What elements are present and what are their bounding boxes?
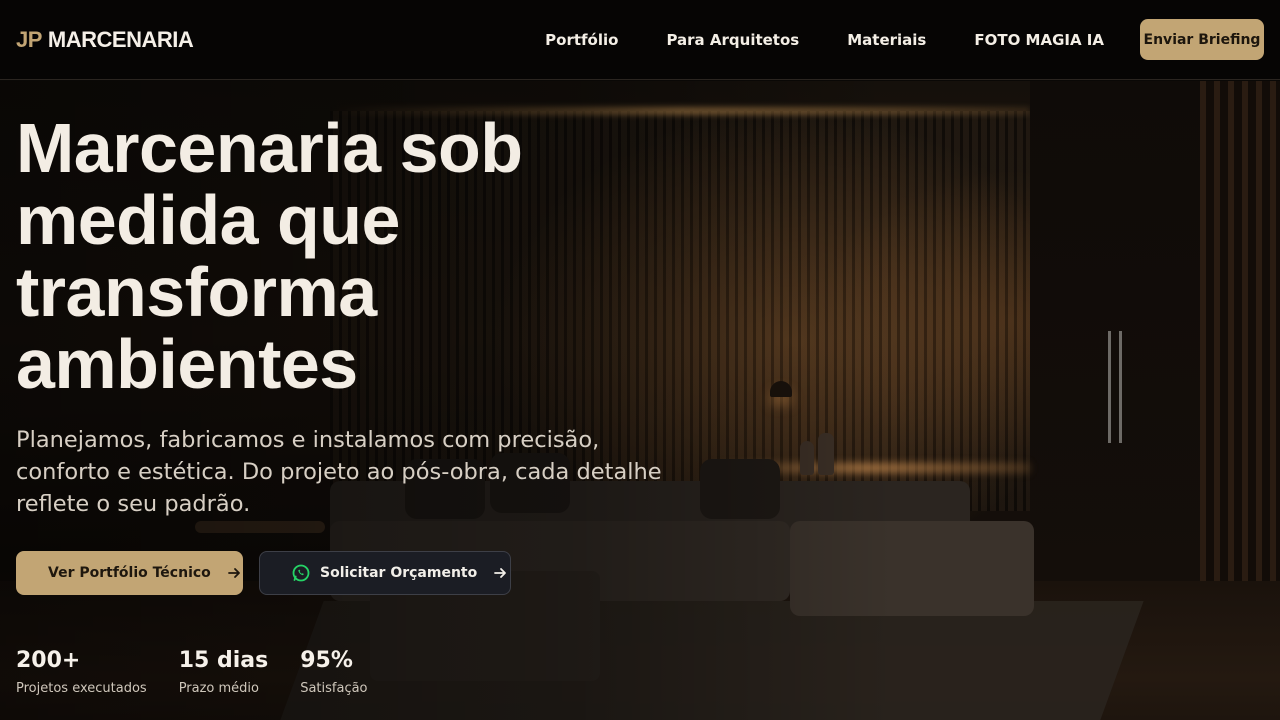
- stat-value: 95%: [300, 648, 353, 673]
- stat-satisfaction: 95% Satisfação: [300, 647, 367, 696]
- nav-item-para-arquitetos[interactable]: Para Arquitetos: [666, 31, 799, 49]
- nav-item-materiais[interactable]: Materiais: [847, 31, 926, 49]
- site-header: JP MARCENARIA Portfólio Para Arquitetos …: [0, 0, 1280, 80]
- nav-item-portfolio[interactable]: Portfólio: [545, 31, 618, 49]
- arrow-right-icon: [494, 568, 507, 578]
- hero-subtitle: Planejamos, fabricamos e instalamos com …: [16, 427, 662, 517]
- request-quote-button[interactable]: Solicitar Orçamento: [259, 551, 511, 595]
- brand-logo-name: MARCENARIA: [47, 26, 194, 52]
- stats-bar: 200+ Projetos executados 15 dias Prazo m…: [16, 647, 400, 696]
- stat-label: Projetos executados: [16, 681, 147, 696]
- stat-lead-time: 15 dias Prazo médio: [179, 647, 269, 696]
- brand-logo-prefix: JP: [16, 26, 42, 52]
- stat-value: 200+: [16, 648, 81, 673]
- brand-logo[interactable]: JP MARCENARIA: [16, 26, 194, 53]
- request-quote-label: Solicitar Orçamento: [320, 565, 478, 581]
- stat-value: 15 dias: [178, 648, 269, 673]
- view-portfolio-label: Ver Portfólio Técnico: [48, 565, 211, 581]
- hero-headline: Marcenaria sob medida que transforma amb…: [16, 109, 523, 403]
- stat-label: Satisfação: [300, 681, 368, 696]
- whatsapp-icon: [292, 564, 310, 582]
- arrow-right-icon: [227, 568, 240, 578]
- main-nav: Portfólio Para Arquitetos Materiais FOTO…: [545, 19, 1264, 60]
- nav-item-foto-magia-ia[interactable]: FOTO MAGIA IA: [974, 31, 1104, 49]
- view-portfolio-button[interactable]: Ver Portfólio Técnico: [16, 551, 243, 595]
- send-briefing-button[interactable]: Enviar Briefing: [1140, 19, 1264, 60]
- stat-projects: 200+ Projetos executados: [16, 647, 147, 696]
- stat-label: Prazo médio: [178, 681, 259, 696]
